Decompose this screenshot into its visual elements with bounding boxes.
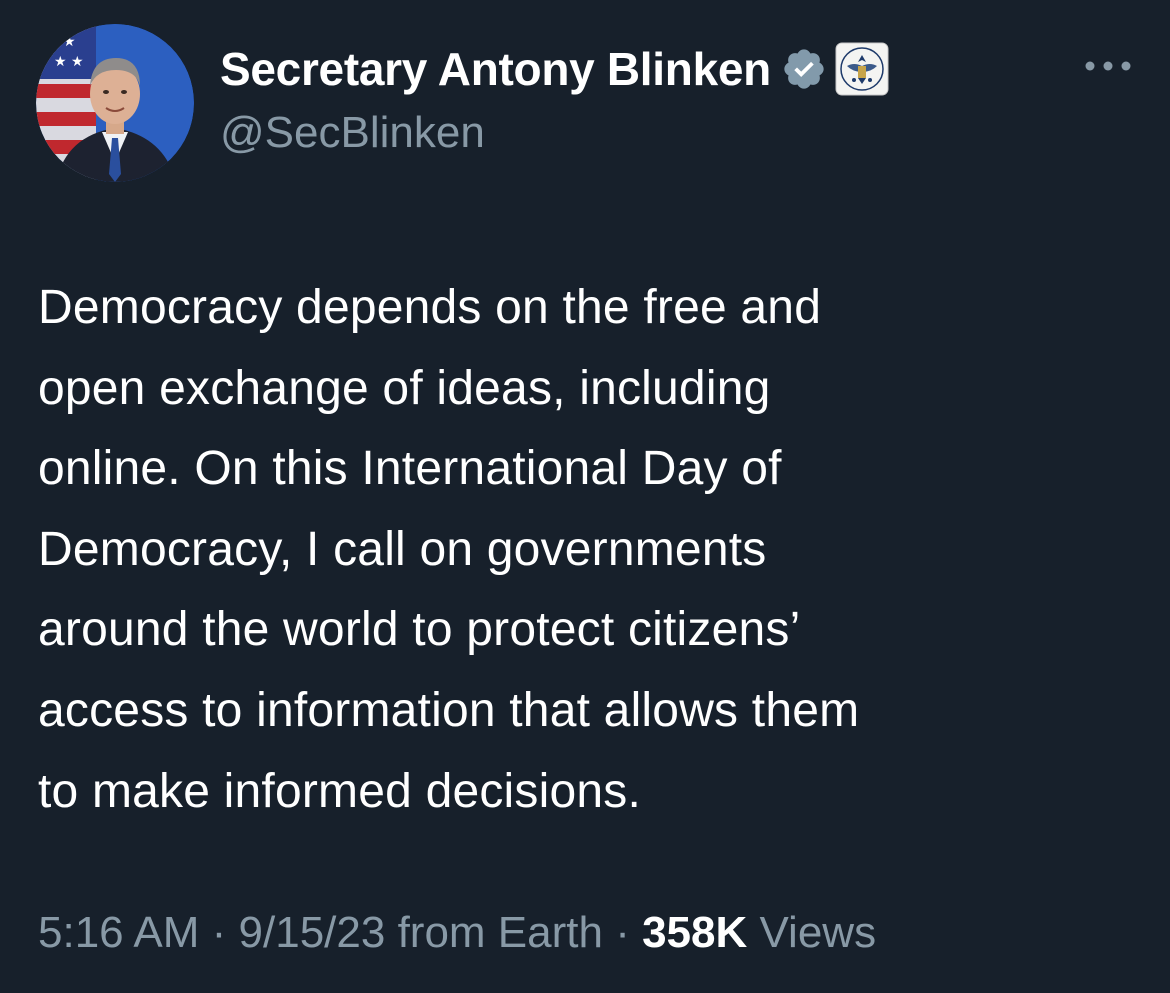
- tweet-card: ★ ★ ★ ★ Secretary Antony Blinken @SecBli…: [0, 0, 1170, 993]
- avatar[interactable]: ★ ★ ★ ★: [36, 24, 194, 182]
- views-count[interactable]: 358K: [642, 908, 747, 957]
- tweet-date-source[interactable]: 9/15/23 from Earth: [239, 908, 603, 957]
- tweet-metadata: 5:16 AM · 9/15/23 from Earth · 358K View…: [38, 908, 876, 958]
- meta-separator: ·: [602, 908, 643, 957]
- tweet-time[interactable]: 5:16 AM: [38, 908, 199, 957]
- more-options-button[interactable]: [1080, 48, 1136, 84]
- author-display-name[interactable]: Secretary Antony Blinken: [220, 42, 771, 96]
- views-label: Views: [747, 908, 877, 957]
- meta-separator: ·: [199, 908, 239, 957]
- author-handle[interactable]: @SecBlinken: [220, 108, 485, 158]
- svg-text:★ ★: ★ ★: [54, 54, 84, 70]
- more-options-icon: [1085, 61, 1131, 71]
- profile-photo-icon: ★ ★ ★ ★: [36, 24, 194, 182]
- tweet-body-text: Democracy depends on the free and open e…: [38, 281, 860, 818]
- verified-badge-icon[interactable]: [781, 46, 827, 92]
- author-name-row: Secretary Antony Blinken: [220, 38, 889, 100]
- us-state-department-seal-icon[interactable]: [835, 42, 889, 96]
- svg-text:★ ★: ★ ★: [46, 34, 76, 50]
